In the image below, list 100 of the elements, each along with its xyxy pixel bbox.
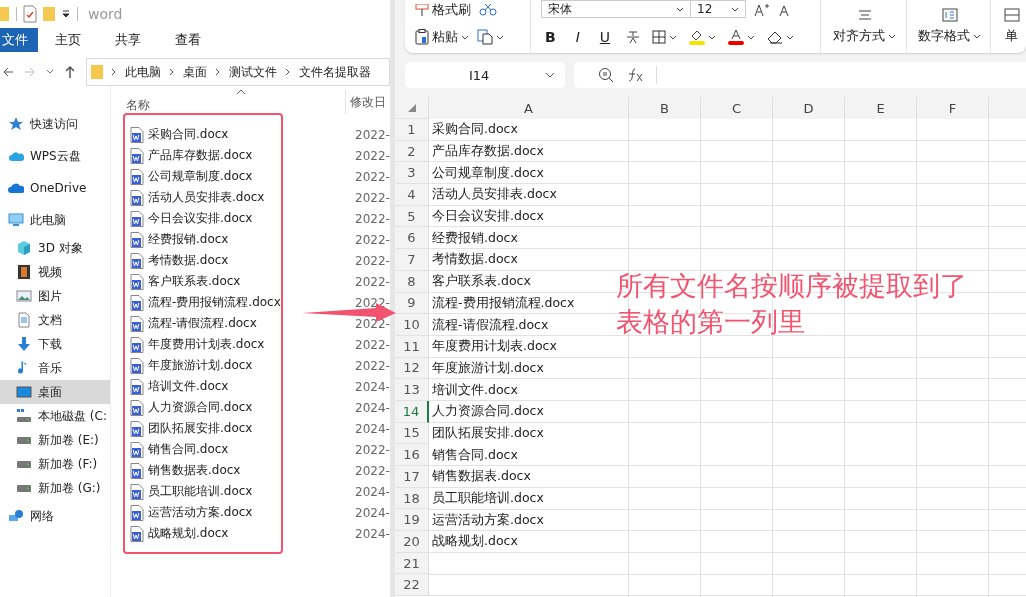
font-size-select[interactable]: 12 (690, 0, 746, 18)
nav-item[interactable]: 下载 (0, 332, 110, 356)
row-header[interactable]: 12 (395, 357, 429, 380)
back-arrow-icon[interactable] (2, 66, 14, 78)
table-cell: 运营活动方案.docx (432, 511, 544, 529)
nav-item[interactable]: 音乐 (0, 356, 110, 380)
file-name[interactable]: 员工职能培训.docx (148, 483, 253, 500)
row-header[interactable]: 5 (395, 205, 429, 228)
ribbon-tab[interactable]: 文件 (0, 28, 38, 52)
row-header[interactable]: 3 (395, 162, 429, 185)
nav-item[interactable]: OneDrive (0, 172, 110, 204)
font-select[interactable]: 宋体 (541, 0, 691, 18)
row-header[interactable]: 8 (395, 270, 429, 293)
up-arrow-icon[interactable] (64, 65, 76, 79)
nav-item[interactable]: 本地磁盘 (C: (0, 404, 110, 428)
scissors-icon[interactable] (479, 4, 497, 16)
nav-item[interactable]: 桌面 (0, 380, 110, 404)
row-header[interactable]: 14 (395, 400, 429, 423)
nav-item[interactable]: 视频 (0, 260, 110, 284)
column-header[interactable]: B (629, 97, 701, 119)
file-name[interactable]: 客户联系表.docx (148, 273, 241, 290)
file-name[interactable]: 采购合同.docx (148, 126, 229, 143)
name-box[interactable]: I14 (405, 62, 565, 88)
row-header[interactable]: 13 (395, 379, 429, 401)
ribbon-group-button[interactable]: 数字格式 (918, 28, 981, 45)
ribbon-tab[interactable]: 共享 (98, 28, 158, 52)
file-name[interactable]: 经费报销.docx (148, 231, 229, 248)
font-color-button[interactable] (728, 29, 756, 45)
clear-button[interactable] (767, 30, 795, 44)
column-header[interactable]: C (701, 97, 773, 119)
file-name[interactable]: 年度费用计划表.docx (148, 336, 265, 353)
column-header[interactable]: A (429, 97, 629, 119)
file-name[interactable]: 团队拓展安排.docx (148, 420, 253, 437)
format-painter-button[interactable]: 格式刷 (415, 1, 471, 19)
file-name[interactable]: 销售数据表.docx (148, 462, 241, 479)
file-name[interactable]: 销售合同.docx (148, 441, 229, 458)
column-header[interactable]: E (845, 97, 917, 119)
nav-item[interactable]: 此电脑 (0, 204, 110, 236)
ribbon-group-button[interactable]: 对齐方式 (833, 28, 896, 45)
column-header[interactable]: D (773, 97, 845, 119)
row-header[interactable]: 7 (395, 249, 429, 271)
nav-item[interactable]: 新加卷 (E:) (0, 428, 110, 452)
nav-item[interactable]: 新加卷 (G:) (0, 476, 110, 500)
row-header[interactable]: 9 (395, 292, 429, 315)
paste-button[interactable]: 粘贴 (415, 28, 469, 46)
strikethrough-icon[interactable] (626, 30, 641, 44)
nav-item[interactable]: 网络 (0, 500, 110, 532)
borders-button[interactable] (652, 30, 678, 44)
nav-item[interactable]: 图片 (0, 284, 110, 308)
row-header[interactable]: 2 (395, 140, 429, 163)
file-name[interactable]: 考情数据.docx (148, 252, 229, 269)
row-header[interactable]: 19 (395, 509, 429, 532)
row-header[interactable]: 11 (395, 335, 429, 358)
file-name[interactable]: 流程-请假流程.docx (148, 315, 257, 332)
row-header[interactable]: 20 (395, 531, 429, 553)
row-header[interactable]: 15 (395, 422, 429, 445)
row-header[interactable]: 6 (395, 227, 429, 250)
select-all-icon[interactable] (407, 103, 416, 112)
fill-color-button[interactable] (689, 29, 717, 45)
file-name[interactable]: 培训文件.docx (148, 378, 229, 395)
row-header[interactable]: 10 (395, 314, 429, 336)
file-name[interactable]: 活动人员安排表.docx (148, 189, 265, 206)
ribbon-tab[interactable]: 查看 (158, 28, 218, 52)
row-header[interactable]: 18 (395, 487, 429, 510)
file-name[interactable]: 流程-费用报销流程.docx (148, 294, 281, 311)
file-name[interactable]: 公司规章制度.docx (148, 168, 253, 185)
nav-item[interactable]: 新加卷 (F:) (0, 452, 110, 476)
recent-dropdown-icon[interactable] (46, 69, 54, 75)
column-header[interactable]: 名称 (126, 97, 345, 114)
file-name[interactable]: 年度旅游计划.docx (148, 357, 253, 374)
copy-button[interactable] (477, 29, 504, 45)
column-header[interactable]: F (917, 97, 989, 119)
ribbon-group-button[interactable]: 单 (1005, 28, 1018, 45)
breadcrumb[interactable]: 此电脑 (125, 63, 161, 81)
file-name[interactable]: 战略规划.docx (148, 525, 229, 542)
row-header[interactable]: 4 (395, 184, 429, 206)
column-header[interactable]: 修改日 (345, 90, 386, 114)
breadcrumb[interactable]: 文件名提取器 (299, 63, 371, 81)
address-bar[interactable]: 此电脑 桌面 测试文件 文件名提取器 (86, 58, 390, 86)
row-header[interactable]: 1 (395, 119, 429, 141)
bold-button[interactable]: B (541, 29, 560, 45)
increase-font-size-icon[interactable] (754, 3, 770, 17)
file-name[interactable]: 产品库存数据.docx (148, 147, 253, 164)
ribbon-tab[interactable]: 主页 (38, 28, 98, 52)
nav-item[interactable]: 3D 对象 (0, 236, 110, 260)
row-header[interactable]: 17 (395, 466, 429, 488)
nav-item[interactable]: 文档 (0, 308, 110, 332)
nav-item[interactable]: WPS云盘 (0, 140, 110, 172)
file-name[interactable]: 运营活动方案.docx (148, 504, 253, 521)
row-header[interactable]: 16 (395, 444, 429, 466)
row-header[interactable]: 21 (395, 552, 429, 575)
file-name[interactable]: 人力资源合同.docx (148, 399, 253, 416)
italic-button[interactable]: I (571, 29, 584, 45)
breadcrumb[interactable]: 测试文件 (229, 63, 277, 81)
underline-button[interactable]: U (595, 29, 615, 45)
caret-down-icon (731, 6, 739, 12)
breadcrumb[interactable]: 桌面 (183, 63, 207, 81)
row-header[interactable]: 22 (395, 574, 429, 597)
nav-item[interactable]: 快速访问 (0, 108, 110, 140)
file-name[interactable]: 今日会议安排.docx (148, 210, 253, 227)
